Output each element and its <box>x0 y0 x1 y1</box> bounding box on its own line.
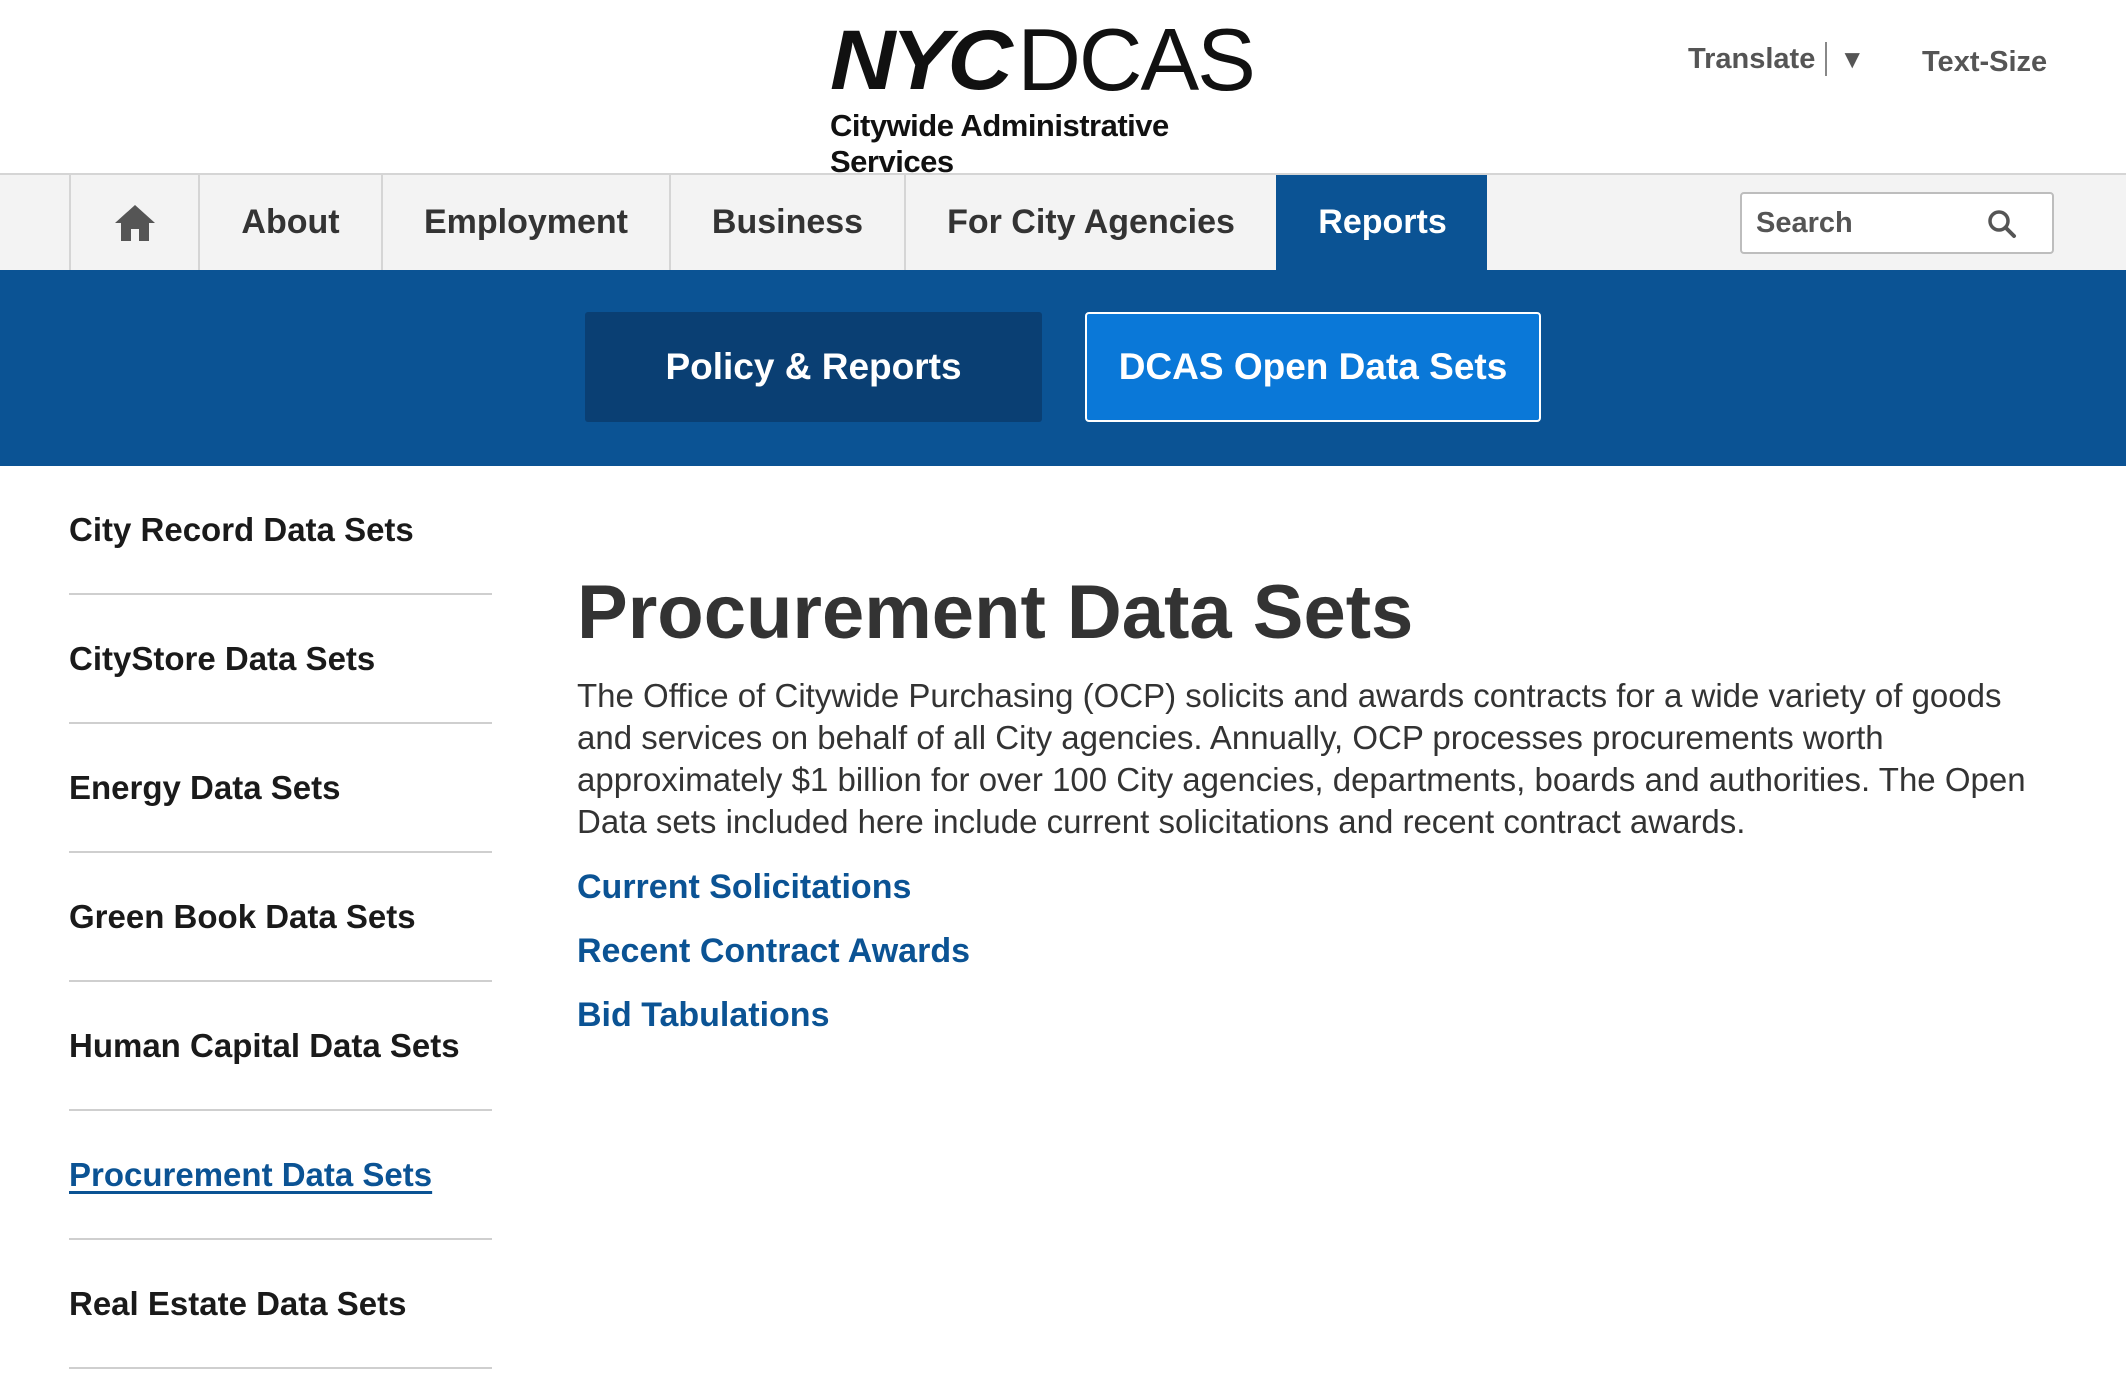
text-size-button[interactable]: Text-Size <box>1922 46 2047 79</box>
sidebar-item-green-book[interactable]: Green Book Data Sets <box>69 853 492 982</box>
translate-label: Translate <box>1688 42 1816 75</box>
nav-employment[interactable]: Employment <box>381 175 669 270</box>
sidebar-item-human-capital[interactable]: Human Capital Data Sets <box>69 982 492 1111</box>
sidebar: City Record Data Sets CityStore Data Set… <box>69 466 492 1369</box>
page-title: Procurement Data Sets <box>577 570 1414 655</box>
site-header: NYC DCAS Citywide Administrative Service… <box>0 0 2126 180</box>
sidebar-item-energy[interactable]: Energy Data Sets <box>69 724 492 853</box>
nav-business[interactable]: Business <box>669 175 904 270</box>
nyc-dcas-logo[interactable]: NYC DCAS Citywide Administrative Service… <box>830 10 1300 180</box>
data-set-links: Current Solicitations Recent Contract Aw… <box>577 855 2047 1047</box>
search-icon[interactable] <box>1986 208 2018 240</box>
intro-paragraph: The Office of Citywide Purchasing (OCP) … <box>577 677 2026 840</box>
nav-home[interactable] <box>69 175 198 270</box>
sidebar-item-city-record[interactable]: City Record Data Sets <box>69 466 492 595</box>
bid-tabulations-link[interactable]: Bid Tabulations <box>577 983 2047 1047</box>
logo-nyc-text: NYC <box>830 13 1013 107</box>
nav-reports[interactable]: Reports <box>1276 175 1487 270</box>
nav-about[interactable]: About <box>198 175 381 270</box>
translate-button[interactable]: Translate ▼ <box>1688 42 1865 76</box>
sidebar-item-procurement[interactable]: Procurement Data Sets <box>69 1111 492 1240</box>
recent-contract-awards-link[interactable]: Recent Contract Awards <box>577 919 2047 983</box>
nav-for-city-agencies[interactable]: For City Agencies <box>904 175 1276 270</box>
sidebar-item-citystore[interactable]: CityStore Data Sets <box>69 595 492 724</box>
sidebar-item-real-estate[interactable]: Real Estate Data Sets <box>69 1240 492 1369</box>
dcas-open-data-sets-button[interactable]: DCAS Open Data Sets <box>1085 312 1541 422</box>
main-nav-bar: About Employment Business For City Agenc… <box>0 173 2126 270</box>
policy-reports-button[interactable]: Policy & Reports <box>585 312 1042 422</box>
search-box <box>1740 192 2054 254</box>
logo-subtitle: Citywide Administrative Services <box>830 108 1169 179</box>
logo-dcas-text: DCAS <box>1017 10 1255 109</box>
current-solicitations-link[interactable]: Current Solicitations <box>577 855 2047 919</box>
home-icon <box>114 204 155 241</box>
sub-navigation-band: Policy & Reports DCAS Open Data Sets <box>0 270 2126 466</box>
chevron-down-icon: ▼ <box>1839 43 1866 74</box>
search-input[interactable] <box>1742 206 1982 240</box>
translate-divider <box>1825 42 1828 76</box>
main-content: Procurement Data Sets The Office of City… <box>577 565 2047 1047</box>
main-nav: About Employment Business For City Agenc… <box>69 175 1487 270</box>
